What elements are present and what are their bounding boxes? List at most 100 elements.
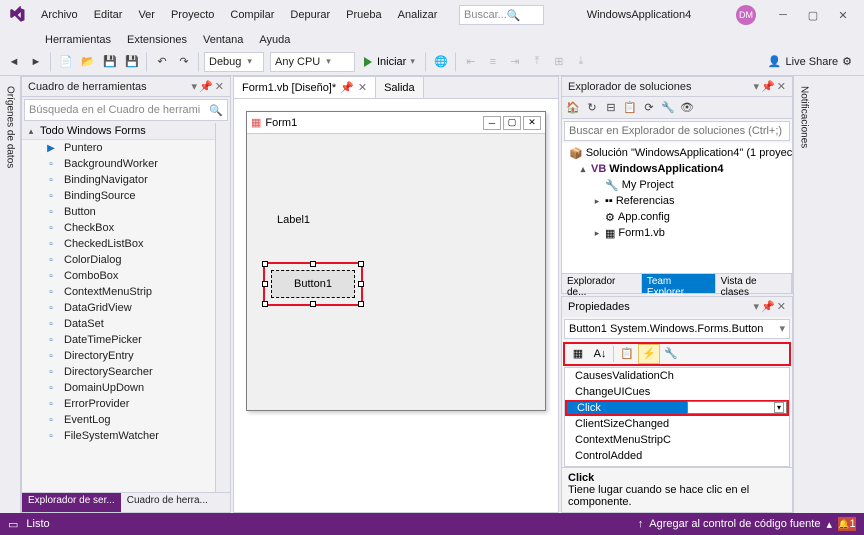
align-top-icon[interactable]: ⤒ — [527, 52, 547, 72]
tool-item-directoryentry[interactable]: ▫DirectoryEntry — [22, 348, 215, 364]
close-icon[interactable]: ✕ — [358, 81, 367, 94]
tool-item-dataset[interactable]: ▫DataSet — [22, 316, 215, 332]
refresh-icon[interactable]: ⟳ — [640, 99, 658, 117]
event-handler-combo[interactable]: ▾ — [687, 401, 787, 414]
tool-item-checkedlistbox[interactable]: ▫CheckedListBox — [22, 236, 215, 252]
save-button[interactable]: 💾 — [100, 52, 120, 72]
tool-item-eventlog[interactable]: ▫EventLog — [22, 412, 215, 428]
events-icon[interactable]: ⚡ — [638, 344, 660, 364]
form-window[interactable]: ▦ Form1 ─ ▢ ✕ Label1 Button1 — [246, 111, 546, 411]
back-button[interactable]: ◄ — [4, 52, 24, 72]
toolbox-group-header[interactable]: ▴Todo Windows Forms — [22, 123, 215, 140]
tool-item-colordialog[interactable]: ▫ColorDialog — [22, 252, 215, 268]
label1-control[interactable]: Label1 — [277, 214, 310, 226]
properties-icon[interactable]: 🔧 — [659, 99, 677, 117]
button1-control[interactable]: Button1 — [271, 270, 355, 298]
close-icon[interactable]: ✕ — [777, 300, 786, 313]
close-icon[interactable]: ✕ — [777, 80, 786, 93]
doc-tab-salida[interactable]: Salida — [376, 77, 424, 98]
menu-archivo[interactable]: Archivo — [34, 5, 85, 25]
button1-selected[interactable]: Button1 — [263, 262, 363, 306]
properties-object-combo[interactable]: Button1 System.Windows.Forms.Button ▾ — [564, 319, 790, 339]
align-bottom-icon[interactable]: ⤓ — [571, 52, 591, 72]
menu-compilar[interactable]: Compilar — [223, 5, 281, 25]
dropdown-icon[interactable]: ▾ — [192, 80, 198, 93]
toolbox-list[interactable]: ▴Todo Windows Forms ▶Puntero▫BackgroundW… — [22, 123, 215, 492]
tool-item-puntero[interactable]: ▶Puntero — [22, 140, 215, 156]
dropdown-icon[interactable]: ▾ — [754, 80, 760, 93]
undo-button[interactable]: ↶ — [152, 52, 172, 72]
align-right-icon[interactable]: ⇥ — [505, 52, 525, 72]
tool-item-backgroundworker[interactable]: ▫BackgroundWorker — [22, 156, 215, 172]
collapse-icon[interactable]: ⊟ — [602, 99, 620, 117]
close-icon[interactable]: ✕ — [215, 80, 224, 93]
home-icon[interactable]: 🏠 — [564, 99, 582, 117]
user-avatar[interactable]: DM — [736, 5, 756, 25]
property-pages-icon[interactable]: 🔧 — [660, 344, 682, 364]
sync-icon[interactable]: ↻ — [583, 99, 601, 117]
menu-editar[interactable]: Editar — [87, 5, 130, 25]
toolbox-search-input[interactable]: Búsqueda en el Cuadro de herrami 🔍 — [24, 99, 228, 121]
tool-item-checkbox[interactable]: ▫CheckBox — [22, 220, 215, 236]
preview-icon[interactable]: 👁 — [678, 99, 696, 117]
save-all-button[interactable]: 💾 — [122, 52, 142, 72]
tab-vista-clases[interactable]: Vista de clases — [716, 274, 792, 293]
tab-origenes-datos[interactable]: Orígenes de datos — [3, 80, 18, 174]
tool-item-contextmenustrip[interactable]: ▫ContextMenuStrip — [22, 284, 215, 300]
tool-item-errorprovider[interactable]: ▫ErrorProvider — [22, 396, 215, 412]
menu-ventana[interactable]: Ventana — [196, 30, 250, 48]
tool-item-domainupdown[interactable]: ▫DomainUpDown — [22, 380, 215, 396]
toolbox-scrollbar[interactable] — [215, 123, 230, 492]
menu-analizar[interactable]: Analizar — [391, 5, 445, 25]
solution-search-input[interactable]: Buscar en Explorador de soluciones (Ctrl… — [564, 121, 790, 141]
redo-button[interactable]: ↷ — [174, 52, 194, 72]
live-share-button[interactable]: 👤 Live Share ⚙ — [760, 55, 860, 68]
global-search-input[interactable]: Buscar... 🔍 — [459, 5, 544, 25]
open-button[interactable]: 📂 — [78, 52, 98, 72]
tool-item-filesystemwatcher[interactable]: ▫FileSystemWatcher — [22, 428, 215, 444]
tool-item-datagridview[interactable]: ▫DataGridView — [22, 300, 215, 316]
start-debug-button[interactable]: Iniciar ▾ — [357, 52, 421, 72]
tab-notificaciones[interactable]: Notificaciones — [797, 80, 812, 154]
minimize-button[interactable]: ─ — [768, 3, 798, 27]
show-all-icon[interactable]: 📋 — [621, 99, 639, 117]
solution-tree[interactable]: 📦Solución "WindowsApplication4" (1 proye… — [562, 143, 792, 273]
dropdown-icon[interactable]: ▾ — [754, 300, 760, 313]
click-event-row-highlighted[interactable]: Click ▾ — [565, 400, 789, 416]
properties-icon[interactable]: 📋 — [616, 344, 638, 364]
tool-item-combobox[interactable]: ▫ComboBox — [22, 268, 215, 284]
notifications-badge[interactable]: 🔔1 — [838, 517, 856, 531]
align-middle-icon[interactable]: ⊞ — [549, 52, 569, 72]
pin-icon[interactable]: 📌 — [199, 80, 213, 93]
tool-item-datetimepicker[interactable]: ▫DateTimePicker — [22, 332, 215, 348]
menu-depurar[interactable]: Depurar — [283, 5, 337, 25]
menu-extensiones[interactable]: Extensiones — [120, 30, 194, 48]
tab-team-explorer[interactable]: Team Explorer — [642, 274, 716, 293]
pin-icon[interactable]: 📌 — [340, 81, 354, 94]
doc-tab-form1[interactable]: Form1.vb [Diseño]* 📌 ✕ — [234, 77, 376, 98]
tab-cuadro-herramientas[interactable]: Cuadro de herra... — [121, 493, 214, 512]
close-button[interactable]: ✕ — [828, 3, 858, 27]
align-center-icon[interactable]: ≡ — [483, 52, 503, 72]
output-icon[interactable]: ▭ — [8, 518, 18, 531]
menu-ayuda[interactable]: Ayuda — [252, 30, 297, 48]
events-list[interactable]: CausesValidationCh ChangeUICues Click ▾ … — [564, 367, 790, 468]
alphabetical-icon[interactable]: A↓ — [589, 344, 611, 364]
tool-item-button[interactable]: ▫Button — [22, 204, 215, 220]
categorized-icon[interactable]: ▦ — [567, 344, 589, 364]
new-project-button[interactable]: 📄 — [56, 52, 76, 72]
source-control-button[interactable]: Agregar al control de código fuente — [649, 518, 820, 530]
menu-herramientas[interactable]: Herramientas — [38, 30, 118, 48]
forward-button[interactable]: ► — [26, 52, 46, 72]
platform-combo[interactable]: Any CPU — [270, 52, 355, 72]
menu-proyecto[interactable]: Proyecto — [164, 5, 221, 25]
align-left-icon[interactable]: ⇤ — [461, 52, 481, 72]
maximize-button[interactable]: ▢ — [798, 3, 828, 27]
tool-item-bindingsource[interactable]: ▫BindingSource — [22, 188, 215, 204]
browse-button[interactable]: 🌐 — [431, 52, 451, 72]
menu-ver[interactable]: Ver — [131, 5, 162, 25]
pin-icon[interactable]: 📌 — [761, 300, 775, 313]
menu-prueba[interactable]: Prueba — [339, 5, 388, 25]
tab-explorador-servidores[interactable]: Explorador de ser... — [22, 493, 121, 512]
tool-item-directorysearcher[interactable]: ▫DirectorySearcher — [22, 364, 215, 380]
